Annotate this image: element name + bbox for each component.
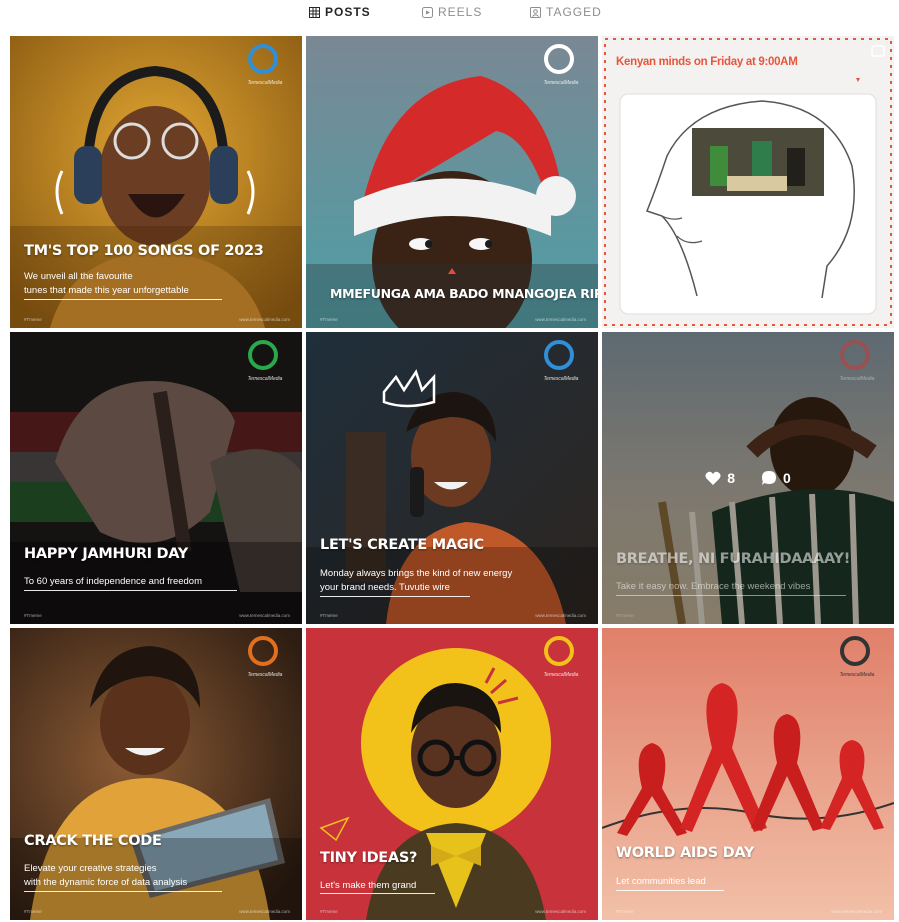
subtitle-underline bbox=[24, 590, 237, 591]
brand-logo: TemescalMedia bbox=[242, 340, 288, 386]
post-headline: WORLD AIDS DAY bbox=[616, 845, 755, 861]
logo-brand-text: TemescalMedia bbox=[543, 672, 579, 678]
brand-logo: TemescalMedia bbox=[834, 636, 880, 682]
logo-ring bbox=[544, 44, 574, 74]
post-subtitle-line-1: Elevate your creative strategies bbox=[24, 863, 157, 874]
subtitle-underline bbox=[616, 595, 846, 596]
logo-ring bbox=[248, 340, 278, 370]
comments-count: 0 bbox=[783, 470, 791, 486]
comments-stat: 0 bbox=[761, 470, 791, 486]
logo-brand-text: TemescalMedia bbox=[543, 376, 579, 382]
logo-brand-text: TemescalMedia bbox=[247, 376, 283, 382]
logo-brand-text: TemescalMedia bbox=[247, 80, 283, 86]
post-headline: CRACK THE CODE bbox=[24, 833, 162, 849]
post-headline: LET'S CREATE MAGIC bbox=[320, 537, 484, 553]
tab-tagged[interactable]: TAGGED bbox=[530, 5, 602, 19]
post-footer-handle: #Tmeme bbox=[24, 317, 42, 322]
tab-posts[interactable]: POSTS bbox=[309, 5, 371, 19]
post-footer-url: www.temescalmedia.com bbox=[239, 909, 290, 914]
logo-ring bbox=[248, 636, 278, 666]
brand-logo: TemescalMedia bbox=[242, 636, 288, 682]
post-kenyan-minds[interactable]: Kenyan minds on Friday at 9:00AM bbox=[602, 36, 894, 328]
post-subtitle-line-2: tunes that made this year unforgettable bbox=[24, 285, 189, 296]
subtitle-underline bbox=[616, 890, 724, 891]
tab-tagged-label: TAGGED bbox=[546, 5, 602, 19]
post-headline: BREATHE, NI FURAHIDAAAAY! bbox=[616, 551, 851, 567]
brand-logo: TemescalMedia bbox=[538, 636, 584, 682]
post-subtitle-line-1: Monday always brings the kind of new ene… bbox=[320, 568, 513, 579]
post-footer-url: www.temescalmedia.com bbox=[831, 909, 882, 914]
post-subtitle-line-1: Let communities lead bbox=[616, 876, 706, 887]
post-breathe-furahiday[interactable]: TemescalMedia 8 0 BREATHE, NI FURAHIDAAA… bbox=[602, 332, 894, 624]
tagged-icon bbox=[530, 6, 541, 18]
post-headline: TM'S TOP 100 SONGS OF 2023 bbox=[24, 243, 264, 259]
post-create-magic[interactable]: TemescalMedia LET'S CREATE MAGIC Monday … bbox=[306, 332, 598, 624]
profile-tabs: POSTS REELS TAGGED bbox=[0, 0, 899, 28]
post-crack-the-code[interactable]: TemescalMedia CRACK THE CODE Elevate you… bbox=[10, 628, 302, 920]
tab-reels-label: REELS bbox=[438, 5, 483, 19]
post-hover-stats: 8 0 bbox=[602, 470, 894, 486]
post-santa-ripoti[interactable]: TemescalMedia MMEFUNGA AMA BADO MNANGOJE… bbox=[306, 36, 598, 328]
post-headline: HAPPY JAMHURI DAY bbox=[24, 546, 188, 562]
post-subtitle-line-2: with the dynamic force of data analysis bbox=[24, 877, 188, 888]
post-footer-handle: #Tmeme bbox=[616, 613, 634, 618]
brand-logo: TemescalMedia bbox=[242, 44, 288, 90]
subtitle-underline bbox=[320, 893, 435, 894]
grid-icon bbox=[309, 6, 320, 18]
logo-brand-text: TemescalMedia bbox=[247, 672, 283, 678]
likes-count: 8 bbox=[727, 470, 735, 486]
logo-ring bbox=[248, 44, 278, 74]
post-headline: Kenyan minds on Friday at 9:00AM bbox=[616, 56, 798, 68]
post-subtitle-line-1: Take it easy now. Embrace the weekend vi… bbox=[616, 581, 811, 592]
logo-ring bbox=[544, 636, 574, 666]
post-subtitle-line-1: Let's make them grand bbox=[320, 880, 417, 891]
tab-reels[interactable]: REELS bbox=[422, 5, 482, 19]
comment-icon bbox=[762, 471, 776, 485]
post-world-aids-day[interactable]: TemescalMedia WORLD AIDS DAY Let communi… bbox=[602, 628, 894, 920]
post-jamhuri-day[interactable]: TemescalMedia HAPPY JAMHURI DAY To 60 ye… bbox=[10, 332, 302, 624]
post-top-100-songs[interactable]: TemescalMedia TM'S TOP 100 SONGS OF 2023… bbox=[10, 36, 302, 328]
logo-ring bbox=[840, 340, 870, 370]
post-footer-handle: #Tmeme bbox=[320, 613, 338, 618]
post-subtitle-line-1: We unveil all the favourite bbox=[24, 271, 133, 282]
subtitle-underline bbox=[320, 596, 470, 597]
likes-stat: 8 bbox=[705, 470, 735, 486]
brand-logo: TemescalMedia bbox=[538, 44, 584, 90]
post-footer-handle: #Tmeme bbox=[24, 909, 42, 914]
post-footer-url: www.temescalmedia.com bbox=[535, 317, 586, 322]
post-subtitle-line-1: To 60 years of independence and freedom bbox=[24, 576, 202, 587]
post-tiny-ideas[interactable]: TemescalMedia TINY IDEAS? Let's make the… bbox=[306, 628, 598, 920]
brand-logo: TemescalMedia bbox=[834, 340, 880, 386]
post-footer-url: www.temescalmedia.com bbox=[239, 317, 290, 322]
post-image bbox=[602, 36, 894, 328]
logo-brand-text: TemescalMedia bbox=[543, 80, 579, 86]
subtitle-underline bbox=[24, 891, 222, 892]
brand-logo: TemescalMedia bbox=[538, 340, 584, 386]
post-footer-url: www.temescalmedia.com bbox=[239, 613, 290, 618]
post-footer-handle: #Tmeme bbox=[320, 317, 338, 322]
post-footer-url: www.temescalmedia.com bbox=[535, 909, 586, 914]
logo-ring bbox=[840, 636, 870, 666]
reels-icon bbox=[422, 6, 433, 18]
logo-ring bbox=[544, 340, 574, 370]
post-headline: MMEFUNGA AMA BADO MNANGOJEA RIPOTI? bbox=[330, 286, 598, 301]
post-footer-handle: #Tmeme bbox=[320, 909, 338, 914]
post-headline: TINY IDEAS? bbox=[320, 850, 418, 866]
post-footer-url: www.temescalmedia.com bbox=[535, 613, 586, 618]
logo-brand-text: TemescalMedia bbox=[839, 376, 875, 382]
tab-posts-label: POSTS bbox=[325, 5, 371, 19]
post-footer-handle: #Tmeme bbox=[24, 613, 42, 618]
logo-brand-text: TemescalMedia bbox=[839, 672, 875, 678]
subtitle-underline bbox=[24, 299, 222, 300]
post-footer-handle: #Tmeme bbox=[616, 909, 634, 914]
heart-icon bbox=[705, 471, 721, 485]
post-subtitle-line-2: your brand needs. Tuvutie wire bbox=[320, 582, 450, 593]
